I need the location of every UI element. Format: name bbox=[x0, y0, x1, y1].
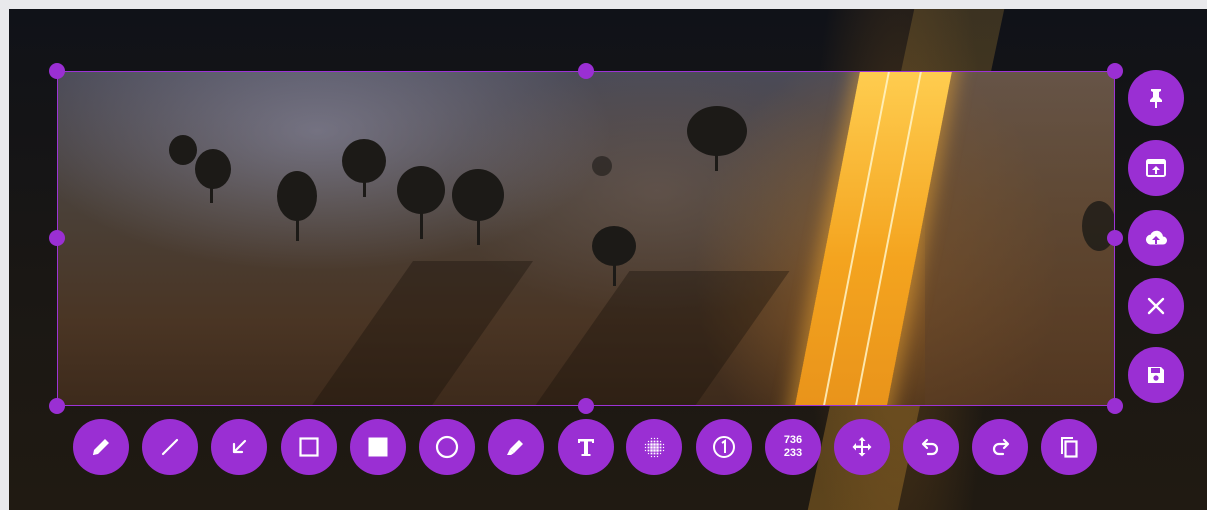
text-icon bbox=[575, 436, 597, 458]
marker-icon bbox=[503, 434, 529, 460]
marker-tool-button[interactable] bbox=[488, 419, 544, 475]
rectangle-outline-icon bbox=[297, 435, 321, 459]
circle-tool-button[interactable] bbox=[419, 419, 475, 475]
resize-handle-top[interactable] bbox=[578, 63, 594, 79]
selection-size-indicator: 736 233 bbox=[765, 419, 821, 475]
move-icon bbox=[849, 434, 875, 460]
resize-handle-bottom-left[interactable] bbox=[49, 398, 65, 414]
selection-width: 736 bbox=[783, 434, 803, 446]
pixelate-icon bbox=[642, 435, 666, 459]
undo-button[interactable] bbox=[903, 419, 959, 475]
move-selection-button[interactable] bbox=[834, 419, 890, 475]
line-tool-button[interactable] bbox=[142, 419, 198, 475]
close-icon bbox=[1145, 295, 1167, 317]
filled-rectangle-tool-button[interactable] bbox=[350, 419, 406, 475]
upload-button[interactable] bbox=[1128, 210, 1184, 266]
undo-icon bbox=[919, 435, 943, 459]
resize-handle-bottom[interactable] bbox=[578, 398, 594, 414]
pixelate-tool-button[interactable] bbox=[626, 419, 682, 475]
pencil-icon bbox=[89, 435, 113, 459]
redo-button[interactable] bbox=[972, 419, 1028, 475]
rectangle-filled-icon bbox=[366, 435, 390, 459]
copy-to-clipboard-button[interactable] bbox=[1041, 419, 1097, 475]
resize-handle-bottom-right[interactable] bbox=[1107, 398, 1123, 414]
pin-icon bbox=[1144, 86, 1168, 110]
close-button[interactable] bbox=[1128, 278, 1184, 334]
redo-icon bbox=[988, 435, 1012, 459]
arrow-tool-button[interactable] bbox=[211, 419, 267, 475]
selection-height: 233 bbox=[783, 447, 803, 459]
resize-handle-left[interactable] bbox=[49, 230, 65, 246]
arrow-icon bbox=[227, 435, 251, 459]
counter-icon bbox=[711, 434, 737, 460]
counter-tool-button[interactable] bbox=[696, 419, 752, 475]
pin-button[interactable] bbox=[1128, 70, 1184, 126]
pencil-tool-button[interactable] bbox=[73, 419, 129, 475]
save-button[interactable] bbox=[1128, 347, 1184, 403]
resize-handle-right[interactable] bbox=[1107, 230, 1123, 246]
circle-outline-icon bbox=[434, 434, 460, 460]
resize-handle-top-left[interactable] bbox=[49, 63, 65, 79]
selection-border bbox=[57, 71, 1115, 406]
copy-icon bbox=[1057, 434, 1081, 460]
save-icon bbox=[1145, 364, 1167, 386]
cloud-upload-icon bbox=[1143, 226, 1169, 250]
rectangle-tool-button[interactable] bbox=[281, 419, 337, 475]
open-window-icon bbox=[1144, 156, 1168, 180]
open-in-window-button[interactable] bbox=[1128, 140, 1184, 196]
resize-handle-top-right[interactable] bbox=[1107, 63, 1123, 79]
line-icon bbox=[158, 435, 182, 459]
selection-size-text: 736 233 bbox=[784, 434, 802, 460]
text-tool-button[interactable] bbox=[558, 419, 614, 475]
